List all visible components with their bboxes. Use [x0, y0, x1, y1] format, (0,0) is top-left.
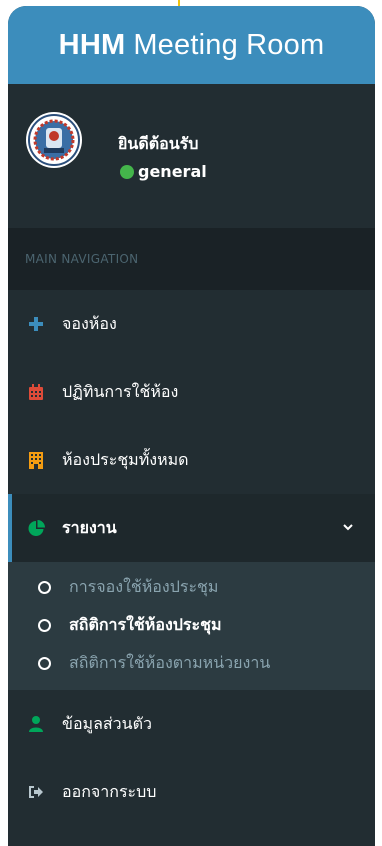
- submenu-item-label: สถิติการใช้ห้องประชุม: [69, 614, 222, 634]
- submenu-item-label: การจองใช้ห้องประชุม: [69, 576, 219, 596]
- organization-seal-icon: [28, 114, 80, 166]
- building-icon: [27, 451, 45, 469]
- submenu-item-department-stats[interactable]: สถิติการใช้ห้องตามหน่วยงาน: [8, 644, 375, 682]
- chevron-down-icon[interactable]: [341, 520, 355, 534]
- sign-out-icon: [27, 783, 45, 801]
- submenu-item-usage-stats[interactable]: สถิติการใช้ห้องประชุม: [8, 606, 375, 644]
- nav-item-profile[interactable]: ข้อมูลส่วนตัว: [8, 690, 375, 758]
- user-icon: [27, 715, 45, 733]
- nav-item-label: ข้อมูลส่วนตัว: [62, 713, 152, 733]
- pie-chart-icon: [27, 519, 45, 537]
- submenu-item-booking-report[interactable]: การจองใช้ห้องประชุม: [8, 568, 375, 606]
- avatar: [26, 112, 82, 168]
- plus-icon: [27, 315, 45, 333]
- nav-section-header: MAIN NAVIGATION: [8, 228, 375, 290]
- brand-bold: HHM: [58, 28, 126, 61]
- circle-icon: [38, 580, 51, 594]
- nav-item-label: รายงาน: [62, 517, 117, 537]
- nav-item-label: จองห้อง: [62, 313, 117, 333]
- nav-item-calendar[interactable]: ปฏิทินการใช้ห้อง: [8, 358, 375, 426]
- nav-item-label: ปฏิทินการใช้ห้อง: [62, 381, 179, 401]
- user-panel: ยินดีต้อนรับ general: [8, 84, 375, 228]
- nav-item-label: ออกจากระบบ: [62, 781, 157, 801]
- brand-title: Meeting Room: [133, 28, 325, 61]
- nav-item-label: ห้องประชุมทั้งหมด: [62, 449, 189, 469]
- submenu-item-label: สถิติการใช้ห้องตามหน่วยงาน: [69, 652, 271, 672]
- nav-item-book-room[interactable]: จองห้อง: [8, 290, 375, 358]
- user-status: general: [120, 162, 207, 181]
- username: general: [138, 162, 207, 181]
- welcome-text: ยินดีต้อนรับ: [118, 134, 199, 153]
- sidebar: HHM Meeting Room ยินดีต้อนรับ general MA…: [8, 6, 375, 846]
- reports-submenu: การจองใช้ห้องประชุม สถิติการใช้ห้องประชุ…: [8, 562, 375, 690]
- app-header[interactable]: HHM Meeting Room: [8, 6, 375, 84]
- online-status-icon: [120, 164, 134, 179]
- nav-item-reports[interactable]: รายงาน: [8, 494, 375, 562]
- nav-item-all-rooms[interactable]: ห้องประชุมทั้งหมด: [8, 426, 375, 494]
- circle-icon: [38, 656, 51, 670]
- nav-item-logout[interactable]: ออกจากระบบ: [8, 758, 375, 826]
- calendar-icon: [27, 383, 45, 401]
- circle-icon: [38, 618, 51, 632]
